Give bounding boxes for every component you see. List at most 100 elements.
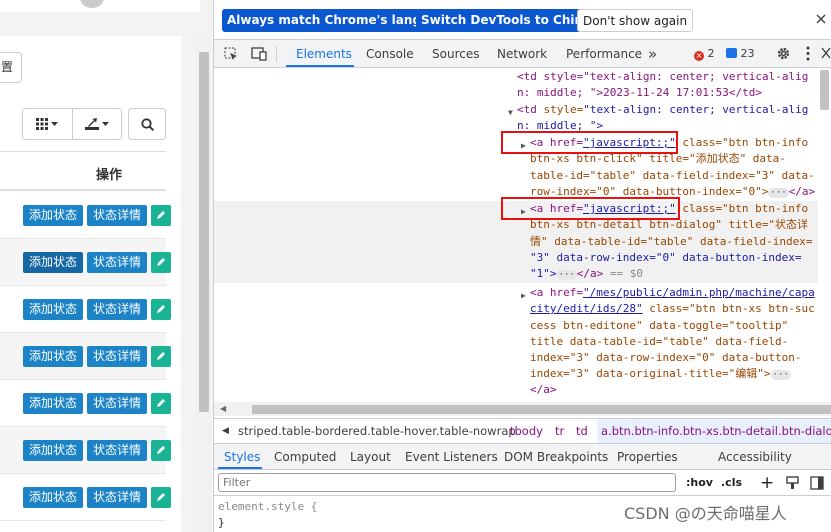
dom-tree-scrollbar[interactable]	[818, 68, 831, 402]
breadcrumb-item[interactable]: striped.table-bordered.table-hover.table…	[238, 419, 516, 443]
kebab-menu-icon[interactable]	[806, 46, 810, 61]
element-style-rule[interactable]: element.style { }	[218, 499, 317, 531]
status-detail-button[interactable]: 状态详情	[87, 487, 147, 508]
tab-performance[interactable]: Performance	[566, 40, 642, 68]
dom-line[interactable]: </a>	[530, 382, 557, 398]
tab-console[interactable]: Console	[366, 40, 414, 68]
divider	[276, 46, 277, 62]
status-detail-button[interactable]: 状态详情	[87, 299, 147, 320]
dom-line[interactable]: n: middle; ">2023-11-24 17:01:53</td>	[517, 85, 762, 101]
hover-state-toggle[interactable]: :hov	[686, 470, 713, 496]
ellipsis-badge[interactable]: ···	[556, 270, 577, 280]
add-status-button[interactable]: 添加状态	[23, 393, 83, 414]
breadcrumb-scroll-left-icon[interactable]: ◀	[222, 419, 229, 443]
dom-line[interactable]: 情" data-table-id="table" data-field-inde…	[530, 234, 813, 250]
dom-line[interactable]: index="3" data-row-index="0" data-button…	[530, 350, 802, 366]
class-toggle[interactable]: .cls	[721, 470, 742, 496]
expand-triangle-icon[interactable]: ▼	[508, 105, 513, 121]
dom-line[interactable]: <td style="text-align: center; vertical-…	[517, 69, 808, 85]
dont-show-again-button[interactable]: Don't show again	[577, 9, 694, 32]
dom-line[interactable]: "3" data-row-index="0" data-button-index…	[530, 250, 802, 266]
collapse-triangle-icon[interactable]: ▶	[521, 288, 526, 304]
dom-line[interactable]: <td style="text-align: center; vertical-…	[517, 102, 808, 118]
dom-line[interactable]: "1"> ··· </a> == $0	[530, 266, 643, 282]
search-button[interactable]	[128, 108, 166, 140]
dom-value: "3" data-row-index="0" data-button-index…	[530, 251, 802, 264]
inspect-element-icon[interactable]	[224, 47, 238, 61]
add-status-button[interactable]: 添加状态	[23, 252, 83, 273]
scrollbar-thumb[interactable]	[252, 405, 831, 414]
paint-brush-icon[interactable]	[786, 476, 799, 490]
scrollbar-thumb[interactable]	[199, 52, 209, 412]
dom-line[interactable]: table-id="table" data-field-index="3" da…	[530, 168, 815, 184]
dom-attr: title data-table-id="table" data-field-	[530, 335, 789, 348]
styles-filter-bar: :hov .cls +	[214, 470, 831, 496]
edit-button[interactable]	[151, 252, 171, 273]
add-status-button[interactable]: 添加状态	[23, 440, 83, 461]
message-count-badge[interactable]: 23	[726, 47, 755, 60]
export-button[interactable]	[71, 109, 122, 139]
edit-button[interactable]	[151, 393, 171, 414]
tab-sources[interactable]: Sources	[432, 40, 479, 68]
ellipsis-badge[interactable]: ···	[768, 188, 789, 198]
settings-button[interactable]: 置	[0, 52, 22, 83]
scroll-left-icon[interactable]: ◀	[220, 404, 226, 413]
avatar[interactable]	[80, 0, 104, 8]
add-status-button[interactable]: 添加状态	[23, 487, 83, 508]
columns-toggle-button[interactable]	[23, 109, 72, 139]
ellipsis-badge[interactable]: ···	[770, 370, 791, 380]
dom-href-link[interactable]: "/mes/public/admin.php/machine/capa	[583, 286, 815, 299]
edit-button[interactable]	[151, 487, 171, 508]
close-devtools-icon[interactable]	[821, 47, 831, 59]
page-scrollbar[interactable]	[197, 36, 211, 532]
message-icon	[726, 48, 737, 58]
close-icon[interactable]	[816, 14, 826, 24]
tab-network[interactable]: Network	[497, 40, 547, 68]
toggle-sidebar-icon[interactable]	[810, 476, 824, 490]
dom-value: "1">	[530, 267, 557, 280]
filter-input[interactable]	[218, 473, 676, 492]
breadcrumb-item-selected[interactable]: a.btn.btn-info.btn-xs.btn-detail.btn-dia…	[597, 419, 831, 443]
tab-properties[interactable]: Properties	[617, 444, 678, 470]
scrollbar-thumb[interactable]	[820, 70, 829, 110]
dom-tree[interactable]: <td style="text-align: center; vertical-…	[214, 68, 818, 402]
dom-href-link[interactable]: city/edit/ids/28"	[530, 302, 643, 315]
dom-line[interactable]: cess btn-editone" data-toggle="tooltip"	[530, 318, 788, 334]
edit-button[interactable]	[151, 440, 171, 461]
breadcrumb-item[interactable]: td	[576, 419, 588, 443]
edit-button[interactable]	[151, 346, 171, 367]
tab-layout[interactable]: Layout	[350, 444, 391, 470]
dom-tag: </a>	[788, 185, 816, 198]
breadcrumb-item[interactable]: tbody	[510, 419, 543, 443]
add-status-button[interactable]: 添加状态	[23, 346, 83, 367]
add-status-button[interactable]: 添加状态	[23, 299, 83, 320]
tab-event-listeners[interactable]: Event Listeners	[405, 444, 498, 470]
status-detail-button[interactable]: 状态详情	[87, 440, 147, 461]
status-detail-button[interactable]: 状态详情	[87, 205, 147, 226]
edit-button[interactable]	[151, 205, 171, 226]
table-toolbar	[22, 108, 122, 140]
status-detail-button[interactable]: 状态详情	[87, 252, 147, 273]
dom-line[interactable]: city/edit/ids/28" class="btn btn-xs btn-…	[530, 301, 815, 317]
language-infobar: Always match Chrome's language Switch De…	[214, 0, 831, 40]
breadcrumb-item[interactable]: tr	[555, 419, 564, 443]
devtools-panel: Always match Chrome's language Switch De…	[213, 0, 831, 532]
column-header-operation[interactable]: 操作	[96, 164, 122, 183]
dom-line[interactable]: index="3" data-original-title="编辑"> ···	[530, 366, 791, 382]
edit-button[interactable]	[151, 299, 171, 320]
gear-icon[interactable]	[776, 46, 791, 61]
tab-dom-breakpoints[interactable]: DOM Breakpoints	[504, 444, 608, 470]
tab-elements[interactable]: Elements	[296, 40, 352, 68]
more-tabs-button[interactable]: »	[648, 40, 657, 68]
add-status-button[interactable]: 添加状态	[23, 205, 83, 226]
horizontal-scrollbar[interactable]: ◀	[214, 402, 831, 416]
status-detail-button[interactable]: 状态详情	[87, 346, 147, 367]
new-style-rule-button[interactable]: +	[760, 470, 774, 496]
error-count-badge[interactable]: × 2	[694, 47, 715, 61]
dom-line[interactable]: <a href="/mes/public/admin.php/machine/c…	[530, 285, 815, 301]
tab-computed[interactable]: Computed	[274, 444, 336, 470]
device-toolbar-icon[interactable]	[251, 47, 267, 61]
dom-line[interactable]: title data-table-id="table" data-field-	[530, 334, 788, 350]
status-detail-button[interactable]: 状态详情	[87, 393, 147, 414]
tab-accessibility[interactable]: Accessibility	[718, 444, 792, 470]
